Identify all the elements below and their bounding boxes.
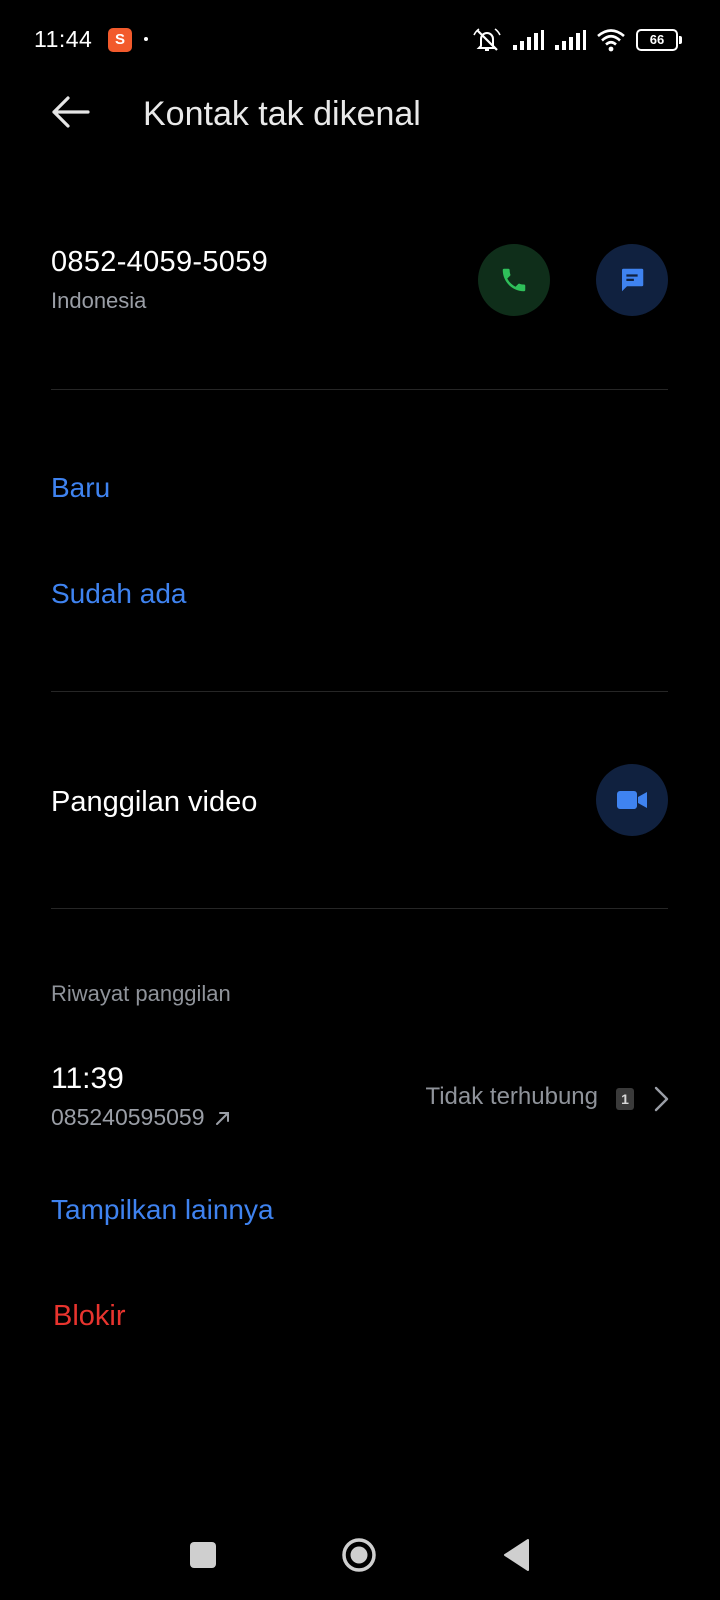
nav-back-button[interactable] [502, 1538, 532, 1572]
divider [51, 389, 668, 390]
call-status: Tidak terhubung [425, 1083, 598, 1110]
outgoing-call-icon [215, 1111, 229, 1125]
back-button[interactable] [46, 90, 98, 134]
phone-icon [502, 268, 526, 292]
battery-icon: 66 [636, 29, 682, 51]
new-contact-option[interactable]: Baru [51, 472, 110, 504]
existing-contact-option[interactable]: Sudah ada [51, 578, 186, 610]
video-camera-icon [617, 791, 647, 809]
mute-icon [473, 28, 501, 51]
video-call-button[interactable] [596, 764, 668, 836]
divider [51, 691, 668, 692]
recent-apps-button[interactable] [190, 1542, 216, 1568]
contact-country: Indonesia [51, 288, 147, 313]
call-number-row: 085240595059 [51, 1104, 233, 1131]
call-count-badge: 1 [616, 1088, 634, 1110]
status-time: 11:44 [34, 26, 93, 52]
call-history-heading: Riwayat panggilan [51, 981, 231, 1006]
call-number: 085240595059 [51, 1104, 205, 1130]
status-icons: 66 [472, 24, 682, 56]
shopee-app-icon: S [108, 28, 132, 52]
video-call-label: Panggilan video [51, 786, 258, 818]
contact-number: 0852-4059-5059 [51, 246, 269, 278]
show-more-link[interactable]: Tampilkan lainnya [51, 1194, 274, 1226]
chevron-right-icon[interactable] [650, 1084, 672, 1114]
message-icon [622, 268, 644, 292]
signal-icon [513, 30, 544, 50]
message-button[interactable] [596, 244, 668, 316]
signal-icon [555, 30, 586, 50]
arrow-left-icon [52, 96, 90, 128]
wifi-icon [597, 29, 625, 52]
call-time: 11:39 [51, 1062, 124, 1095]
notification-dot [144, 37, 148, 41]
block-button[interactable]: Blokir [53, 1300, 126, 1333]
home-button[interactable] [341, 1537, 377, 1573]
page-title: Kontak tak dikenal [143, 95, 421, 133]
divider [51, 908, 668, 909]
call-button[interactable] [478, 244, 550, 316]
